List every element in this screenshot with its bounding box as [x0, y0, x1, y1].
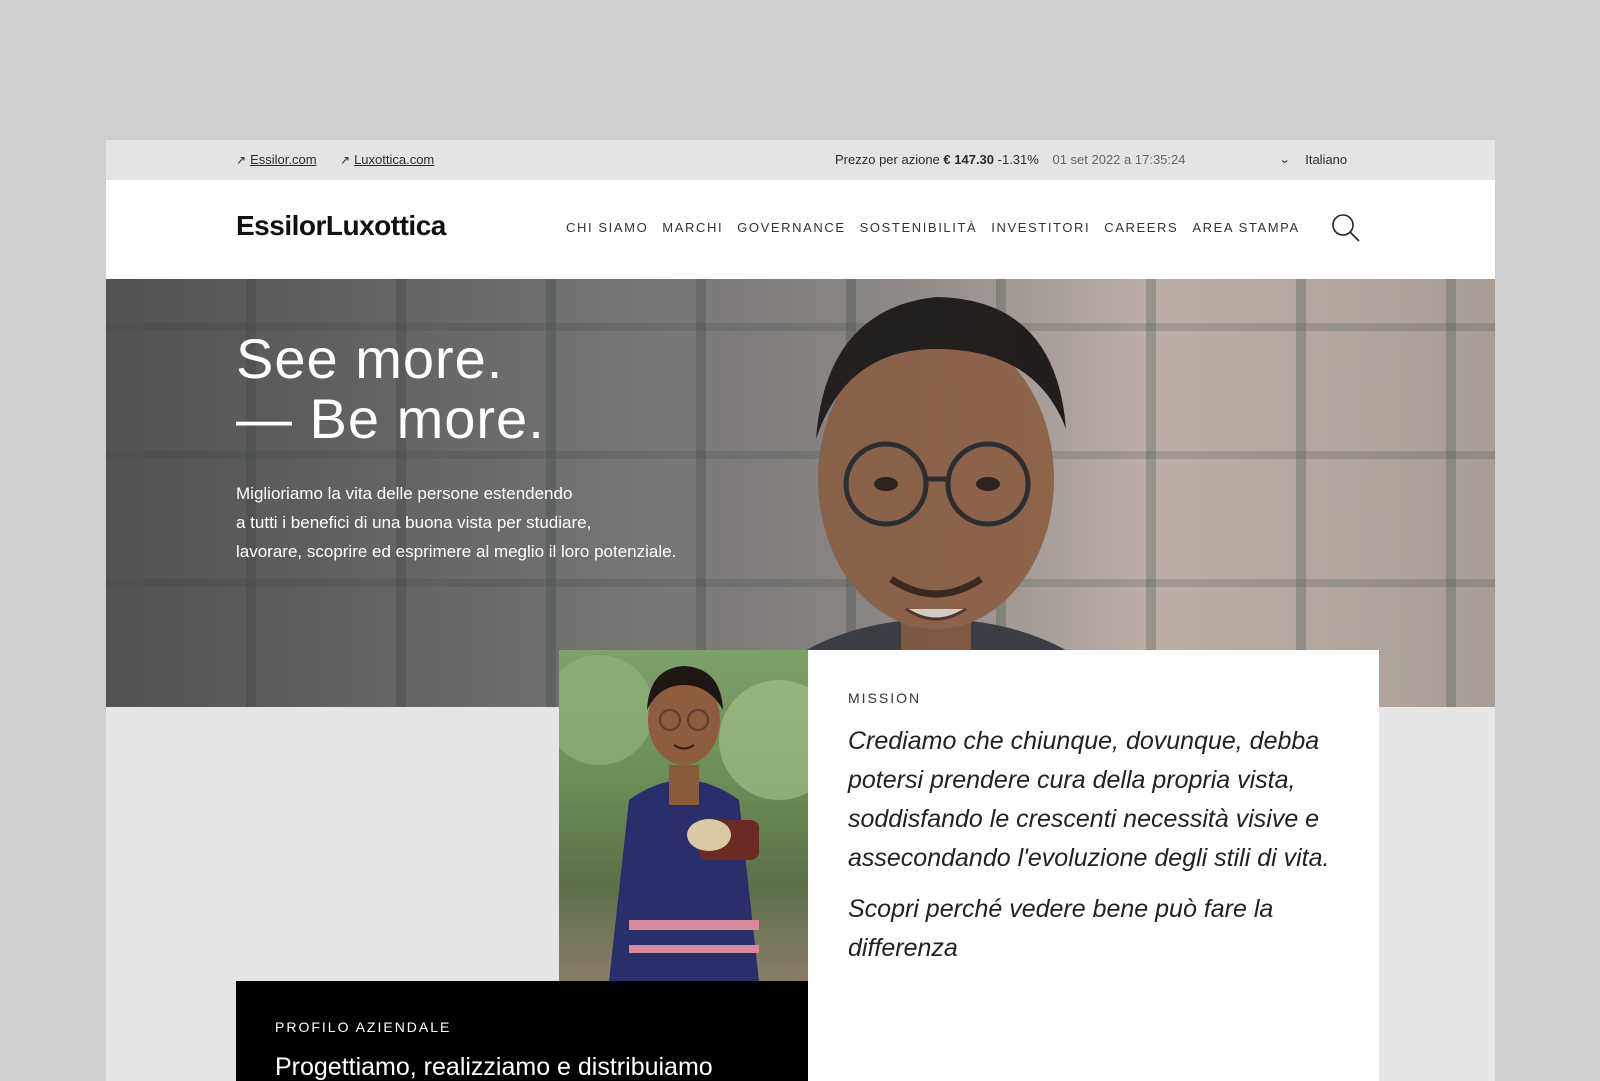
external-link-essilor[interactable]: ↗ Essilor.com: [236, 152, 317, 167]
main-nav: CHI SIAMO MARCHI GOVERNANCE SOSTENIBILIT…: [566, 220, 1300, 235]
nav-item-governance[interactable]: GOVERNANCE: [737, 220, 845, 235]
profile-heading: Progettiamo, realizziamo e distribuiamo: [275, 1053, 713, 1081]
site-header: EssilorLuxottica CHI SIAMO MARCHI GOVERN…: [106, 180, 1495, 279]
hero-title-line2: — Be more.: [236, 387, 545, 450]
language-label: Italiano: [1305, 152, 1348, 167]
nav-item-chi-siamo[interactable]: CHI SIAMO: [566, 220, 648, 235]
nav-item-investitori[interactable]: INVESTITORI: [991, 220, 1090, 235]
hero-text-line3: lavorare, scoprire ed esprimere al megli…: [236, 542, 677, 561]
hero-title: See more. — Be more.: [236, 329, 545, 449]
mission-eyebrow: MISSION: [848, 690, 922, 706]
profile-eyebrow: PROFILO AZIENDALE: [275, 1019, 452, 1035]
external-link-luxottica[interactable]: ↗ Luxottica.com: [340, 152, 434, 167]
stock-price: € 147.30: [943, 152, 995, 167]
browser-page: ↗ Essilor.com ↗ Luxottica.com Prezzo per…: [106, 140, 1495, 1081]
chevron-down-icon: ⌄: [1278, 154, 1291, 166]
mission-quote: Crediamo che chiunque, dovunque, debba p…: [848, 727, 1330, 872]
mission-photo: [559, 650, 808, 981]
girl-portrait-image: [559, 655, 808, 981]
stock-timestamp: 01 set 2022 a 17:35:24: [1052, 152, 1186, 167]
search-icon[interactable]: [1330, 212, 1362, 244]
arrow-up-right-icon: ↗: [340, 152, 351, 167]
mission-cta-link[interactable]: Scopri perché vedere bene può fare la di…: [848, 890, 1339, 968]
stock-label: Prezzo per azione: [835, 152, 940, 167]
hero-banner: See more. — Be more. Miglioriamo la vita…: [106, 279, 1495, 707]
hero-text-line1: Miglioriamo la vita delle persone estend…: [236, 484, 573, 503]
utility-bar: ↗ Essilor.com ↗ Luxottica.com Prezzo per…: [106, 140, 1495, 180]
stock-change: -1.31%: [997, 152, 1039, 167]
language-selector[interactable]: ⌄ Italiano: [1278, 152, 1348, 167]
link-luxottica[interactable]: Luxottica.com: [354, 152, 434, 167]
hero-description: Miglioriamo la vita delle persone estend…: [236, 479, 736, 566]
hero-text-line2: a tutti i benefici di una buona vista pe…: [236, 513, 592, 532]
company-profile-card: PROFILO AZIENDALE Progettiamo, realizzia…: [236, 981, 808, 1081]
mission-card: MISSION Crediamo che chiunque, dovunque,…: [808, 650, 1379, 1081]
arrow-up-right-icon: ↗: [236, 152, 247, 167]
stock-ticker: Prezzo per azione € 147.30 -1.31% 01 set…: [835, 152, 1185, 167]
hero-title-line1: See more.: [236, 327, 504, 390]
nav-item-area-stampa[interactable]: AREA STAMPA: [1192, 220, 1299, 235]
link-essilor[interactable]: Essilor.com: [250, 152, 316, 167]
nav-item-sostenibilita[interactable]: SOSTENIBILITÀ: [860, 220, 978, 235]
nav-item-marchi[interactable]: MARCHI: [662, 220, 723, 235]
nav-item-careers[interactable]: CAREERS: [1104, 220, 1178, 235]
logo[interactable]: EssilorLuxottica: [236, 210, 446, 242]
